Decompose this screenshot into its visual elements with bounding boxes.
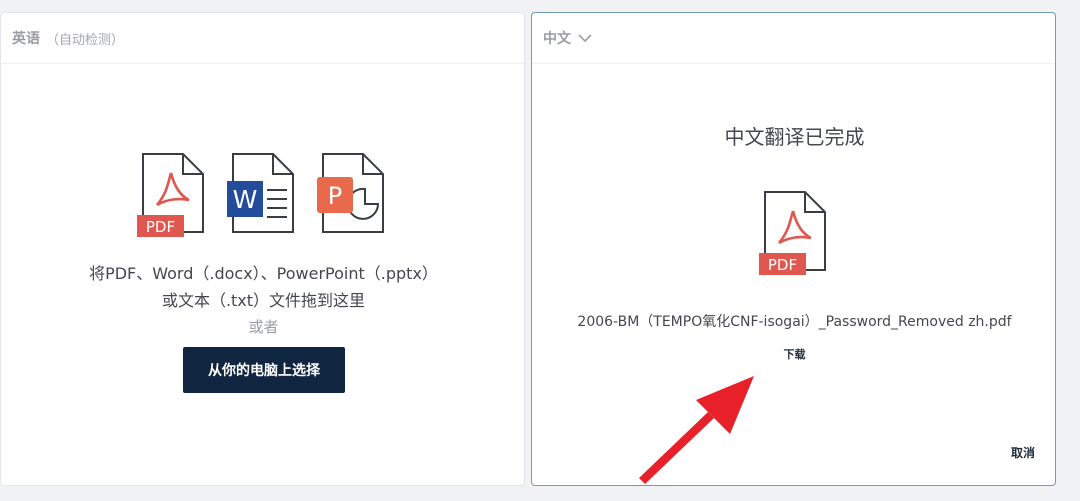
- auto-detect-label: （自动检测）: [46, 32, 125, 48]
- or-label: 或者: [248, 318, 279, 336]
- drop-instructions-line1: 将PDF、Word（.docx）、PowerPoint（.pptx）: [89, 264, 438, 283]
- download-link[interactable]: 下载: [532, 346, 1057, 362]
- annotation-arrow-icon: [639, 376, 754, 484]
- result-pdf-icon: PDF: [759, 191, 826, 275]
- target-language-label: 中文: [543, 31, 571, 47]
- target-panel-header: 中文: [532, 13, 1055, 64]
- translation-complete-title: 中文翻译已完成: [724, 125, 865, 149]
- result-filename: 2006-BM（TEMPO氧化CNF-isogai）_Password_Remo…: [577, 314, 1012, 330]
- word-file-icon: W: [227, 153, 294, 233]
- chevron-down-icon: [578, 33, 592, 42]
- powerpoint-badge-text: P: [328, 182, 342, 210]
- source-panel[interactable]: 英语 （自动检测） PDF W P 将PDF、Word（.docx）、Power…: [0, 12, 525, 486]
- powerpoint-file-icon: P: [317, 153, 384, 233]
- file-type-icons: PDF W P: [137, 153, 387, 248]
- result-pdf-badge-text: PDF: [768, 256, 797, 274]
- drop-instructions: 将PDF、Word（.docx）、PowerPoint（.pptx） 或文本（.…: [1, 260, 526, 314]
- drop-instructions-line2: 或文本（.txt）文件拖到这里: [161, 291, 366, 310]
- target-panel: 中文 中文翻译已完成 PDF 2006-BM（TEMPO氧化CNF-isogai…: [531, 12, 1056, 486]
- cancel-link[interactable]: 取消: [1011, 444, 1035, 461]
- pdf-file-icon: PDF: [137, 153, 204, 237]
- source-panel-header: 英语 （自动检测）: [1, 13, 524, 64]
- pdf-badge-text: PDF: [146, 218, 175, 236]
- source-language-label: 英语: [12, 31, 40, 47]
- word-badge-text: W: [233, 185, 258, 214]
- choose-from-computer-button[interactable]: 从你的电脑上选择: [183, 347, 345, 393]
- target-language-dropdown[interactable]: 中文: [543, 28, 592, 48]
